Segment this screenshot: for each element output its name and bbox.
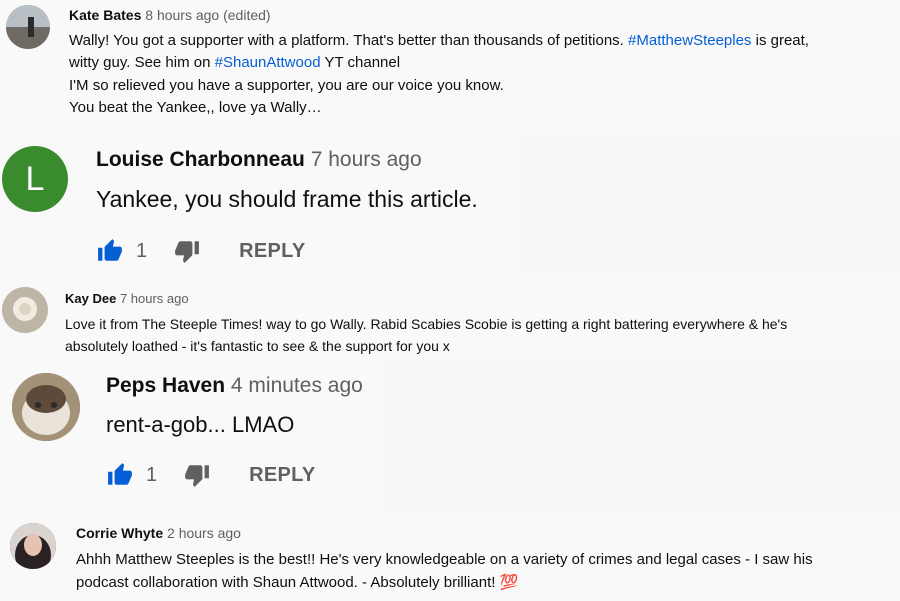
comment-timestamp[interactable]: 7 hours ago [120,291,189,306]
hashtag-link[interactable]: #ShaunAttwood [215,54,321,71]
comment-timestamp[interactable]: 8 hours ago (edited) [145,7,270,23]
comment-peps-haven: Peps Haven 4 minutes ago rent-a-gob... L… [0,360,384,512]
comment-text-line: podcast collaboration with Shaun Attwood… [76,574,519,591]
comment-corrie-whyte: Corrie Whyte 2 hours ago Ahhh Matthew St… [0,512,900,601]
comment-text-line: You beat the Yankee,, love ya Wally… [69,99,322,116]
avatar-letter: L [25,159,45,198]
like-icon[interactable] [106,462,134,488]
comment-author[interactable]: Louise Charbonneau [96,148,305,171]
comment-author[interactable]: Kay Dee [65,291,116,306]
comment-louise-charbonneau: L Louise Charbonneau 7 hours ago Yankee,… [0,130,513,276]
comment-timestamp[interactable]: 4 minutes ago [231,374,363,397]
comment-text: Yankee, you should frame this article. [96,186,478,212]
like-count: 1 [146,463,158,486]
avatar[interactable] [12,373,80,441]
comment-text-line: witty guy. See him on #ShaunAttwood YT c… [69,54,401,71]
dislike-icon[interactable] [183,462,211,488]
profile-photo-icon [10,523,56,569]
comment-text-line: I'M so relieved you have a supporter, yo… [69,77,504,94]
hashtag-link[interactable]: #MatthewSteeples [628,32,751,49]
comment-kay-dee: Kay Dee 7 hours ago Love it from The Ste… [0,276,900,360]
avatar[interactable] [6,5,50,49]
comment-author[interactable]: Peps Haven [106,374,225,397]
dislike-icon[interactable] [173,238,201,264]
comment-text: rent-a-gob... LMAO [106,412,295,437]
comment-timestamp[interactable]: 2 hours ago [167,525,241,541]
cat-photo-icon [12,373,80,441]
comment-text-line: Ahhh Matthew Steeples is the best!! He's… [76,551,813,568]
reply-button[interactable]: REPLY [239,240,305,263]
avatar[interactable] [10,523,56,569]
avatar[interactable] [2,287,48,333]
avatar[interactable]: L [2,146,68,212]
comment-text-line: Wally! You got a supporter with a platfo… [69,32,809,49]
comment-timestamp[interactable]: 7 hours ago [311,148,422,171]
comment-author[interactable]: Corrie Whyte [76,525,163,541]
like-icon[interactable] [96,238,124,264]
like-count: 1 [136,239,148,262]
comment-kate-bates: Kate Bates 8 hours ago (edited) Wally! Y… [0,0,900,132]
avatar-photo-icon [6,5,50,49]
comment-text-line: Love it from The Steeple Times! way to g… [65,316,788,332]
comment-author[interactable]: Kate Bates [69,7,141,23]
rose-photo-icon [2,287,48,333]
reply-button[interactable]: REPLY [249,464,315,487]
comment-text-line: absolutely loathed - it's fantastic to s… [65,338,450,354]
